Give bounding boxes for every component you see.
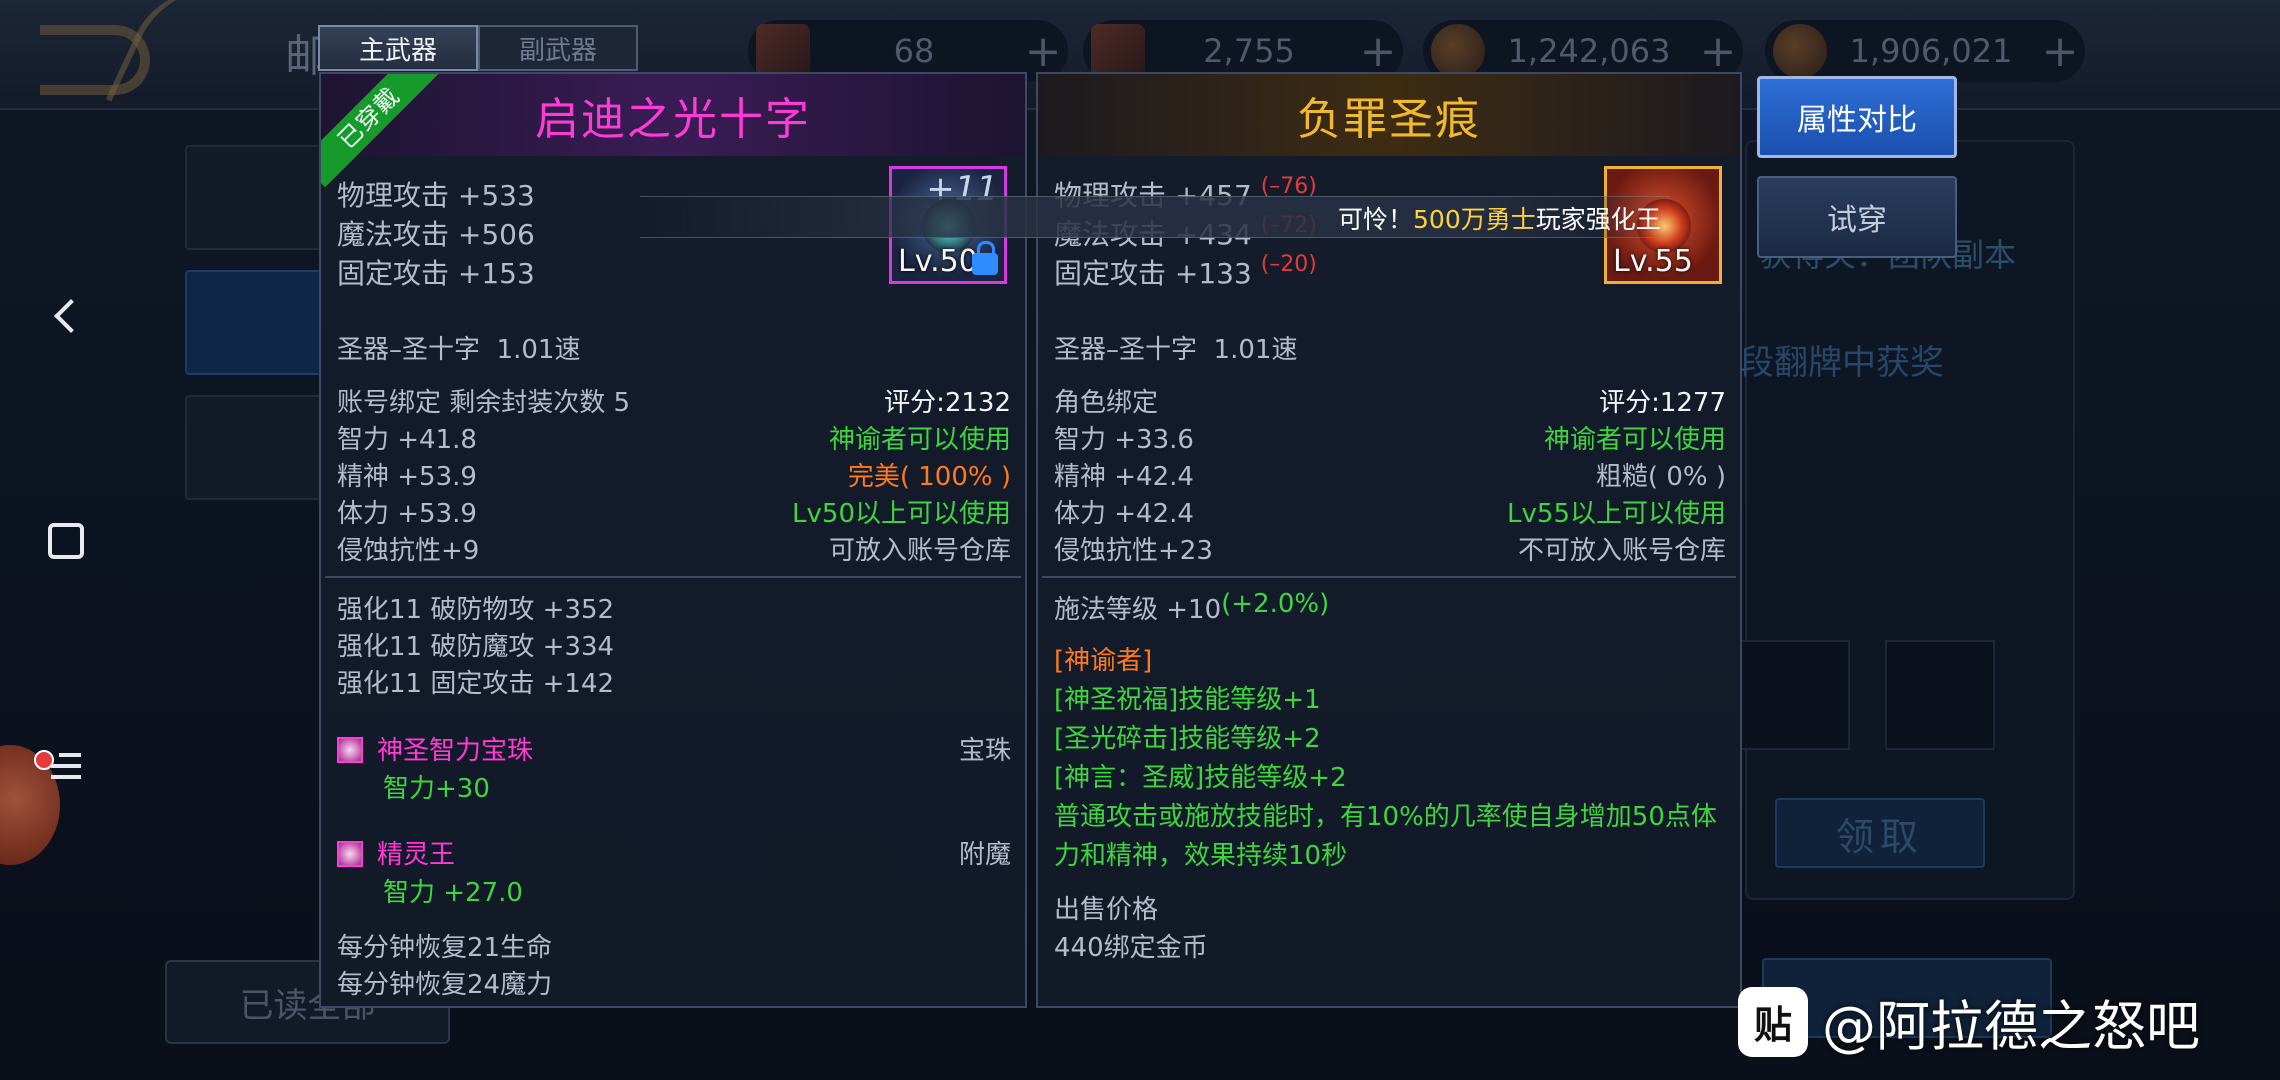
skill-row: 力和精神，效果持续10秒 xyxy=(1054,841,1348,871)
tieba-logo-icon: 贴 xyxy=(1738,986,1808,1057)
scroll-icon xyxy=(756,24,810,78)
watermark: 贴 @阿拉德之怒吧 xyxy=(1738,982,2200,1061)
nav-back-icon[interactable] xyxy=(38,288,94,344)
regen-row: 每分钟恢复21生命 xyxy=(337,933,553,963)
enchant-icon xyxy=(337,841,363,867)
mail-tab[interactable] xyxy=(185,270,325,375)
weapon-tabs: 主武器 副武器 xyxy=(318,25,638,71)
currency-4: 1,906,021 + xyxy=(1765,20,2085,82)
reward-slot[interactable] xyxy=(1740,640,1850,750)
equipped-ribbon-label: 已穿戴 xyxy=(321,74,439,188)
skill-row: 普通攻击或施放技能时，有10%的几率使自身增加50点体 xyxy=(1054,802,1717,832)
mail-tab[interactable] xyxy=(185,145,325,250)
gold-coin-icon xyxy=(1431,24,1485,78)
item-type: 圣器–圣十字 1.01速 xyxy=(337,335,581,365)
binding-row: 账号绑定 剩余封装次数 5 评分:2132 xyxy=(337,382,1011,419)
add-currency-button[interactable]: + xyxy=(2035,26,2085,77)
reward-slot[interactable] xyxy=(1885,640,1995,750)
item-type: 圣器–圣十字 1.01速 xyxy=(1054,335,1298,365)
enchant-row: 精灵王 附魔 xyxy=(337,834,1011,871)
tab-main-weapon[interactable]: 主武器 xyxy=(318,25,478,71)
nav-home-icon[interactable] xyxy=(38,513,94,569)
add-currency-button[interactable]: + xyxy=(1018,26,1068,77)
attr-row: 侵蚀抗性+9 可放入账号仓库 xyxy=(337,536,1011,566)
stat-fixed-attack: 固定攻击 +133 (–20) xyxy=(1054,252,1317,290)
sell-value: 440绑定金币 xyxy=(1054,933,1208,963)
attr-row: 侵蚀抗性+23 不可放入账号仓库 xyxy=(1054,536,1726,566)
gem-icon xyxy=(337,737,363,763)
sell-label: 出售价格 xyxy=(1054,895,1159,925)
skill-row: [神言：圣威]技能等级+2 xyxy=(1054,763,1347,793)
item-name: 负罪圣痕 xyxy=(1038,74,1740,156)
receive-button[interactable]: 领取 xyxy=(1775,798,1985,868)
watermark-text: @阿拉德之怒吧 xyxy=(1822,995,2200,1058)
attr-row: 精神 +53.9 完美( 100% ) xyxy=(337,462,1011,492)
cast-level-row: 施法等级 +10 (+2.0%) xyxy=(1054,589,1330,625)
mail-reward-text: 段翻牌中获奖 xyxy=(1740,343,1944,383)
gem-row: 神圣智力宝珠 宝珠 xyxy=(337,730,1011,767)
enhance-row: 强化11 破防物攻 +352 xyxy=(337,595,615,625)
scroll-icon xyxy=(1091,24,1145,78)
item-score: 评分:1277 xyxy=(1599,388,1726,418)
currency-value: 68 xyxy=(893,32,935,70)
nav-menu-icon[interactable] xyxy=(38,738,94,794)
enchant-stat: 智力 +27.0 xyxy=(383,878,523,908)
gold-coin-icon xyxy=(1773,24,1827,78)
divider xyxy=(325,576,1021,578)
stat-fixed-attack: 固定攻击 +153 xyxy=(337,257,535,290)
class-tag: [神谕者] xyxy=(1054,646,1153,676)
binding-row: 角色绑定 评分:1277 xyxy=(1054,382,1726,419)
attr-row: 体力 +53.9 Lv50以上可以使用 xyxy=(337,499,1011,529)
attr-row: 智力 +41.8 神谕者可以使用 xyxy=(337,425,1011,455)
compare-attributes-button[interactable]: 属性对比 xyxy=(1757,76,1957,158)
skill-row: [神圣祝福]技能等级+1 xyxy=(1054,685,1321,715)
add-currency-button[interactable]: + xyxy=(1353,26,1403,77)
regen-row: 每分钟恢复24魔力 xyxy=(337,970,553,1000)
enhance-row: 强化11 固定攻击 +142 xyxy=(337,669,615,699)
divider xyxy=(1042,576,1736,578)
try-on-button[interactable]: 试穿 xyxy=(1757,176,1957,258)
currency-value: 2,755 xyxy=(1203,32,1295,70)
attr-row: 体力 +42.4 Lv55以上可以使用 xyxy=(1054,499,1726,529)
skill-row: [圣光碎击]技能等级+2 xyxy=(1054,724,1321,754)
broadcast-text: 可怜！500万勇士玩家强化王 xyxy=(1338,205,1661,234)
gem-stat: 智力+30 xyxy=(383,774,490,804)
currency-value: 1,242,063 xyxy=(1507,32,1671,70)
mail-tab[interactable] xyxy=(185,395,325,500)
attr-row: 精神 +42.4 粗糙( 0% ) xyxy=(1054,462,1726,492)
item-score: 评分:2132 xyxy=(884,388,1011,418)
add-currency-button[interactable]: + xyxy=(1693,26,1743,77)
currency-value: 1,906,021 xyxy=(1849,32,2013,70)
tab-sub-weapon[interactable]: 副武器 xyxy=(478,25,638,71)
enhance-row: 强化11 破防魔攻 +334 xyxy=(337,632,615,662)
attr-row: 智力 +33.6 神谕者可以使用 xyxy=(1054,425,1726,455)
